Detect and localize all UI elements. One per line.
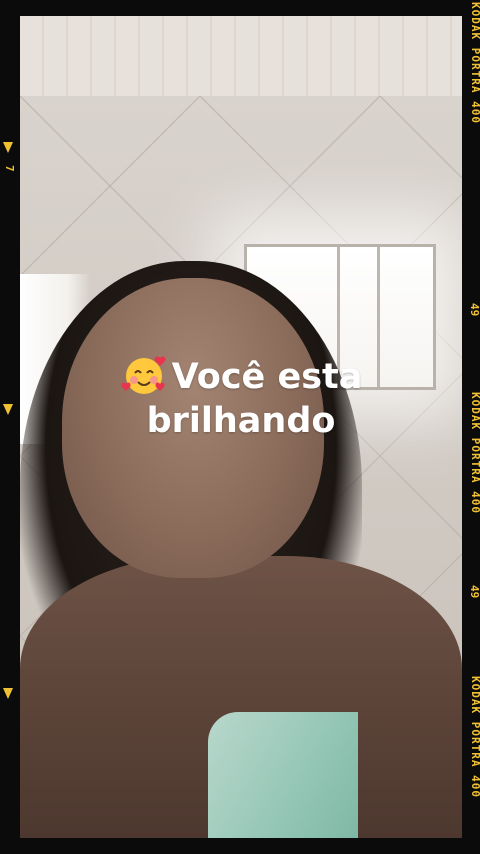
- film-label: KODAK PORTRA 400: [469, 392, 480, 514]
- film-left-number: 7: [3, 165, 16, 172]
- caption-text-1: Você esta: [171, 357, 363, 397]
- selfie-photo: Você esta brilhando: [20, 16, 462, 838]
- film-label: KODAK PORTRA 400: [469, 676, 480, 798]
- film-label: KODAK PORTRA 400: [469, 2, 480, 124]
- film-arrow-marker: [3, 142, 13, 153]
- smiling-face-with-hearts-icon: [121, 356, 166, 394]
- film-frame: Você esta brilhando 7 KODAK PORTRA 400 4…: [0, 0, 480, 854]
- ceiling: [20, 16, 462, 106]
- film-arrow-marker: [3, 404, 13, 415]
- film-frame-number: 49: [468, 585, 480, 599]
- caption-line-2: brilhando: [146, 401, 336, 441]
- film-arrow-marker: [3, 688, 13, 699]
- caption-sticker[interactable]: Você esta brilhando: [20, 350, 462, 443]
- film-frame-number: 49: [468, 303, 480, 317]
- shirt: [208, 712, 358, 838]
- caption-line-1: Você esta: [20, 350, 462, 399]
